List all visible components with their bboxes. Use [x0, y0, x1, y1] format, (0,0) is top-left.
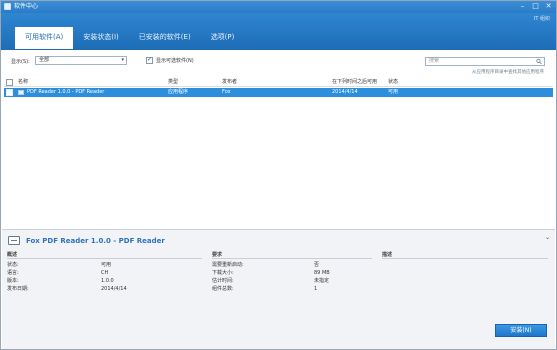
- row-publisher: Fox: [222, 89, 231, 95]
- table-header: 名称 类型 发布者 在下列时间之后可用 状态: [4, 78, 553, 87]
- row-status: 可用: [388, 89, 399, 95]
- software-table: 名称 类型 发布者 在下列时间之后可用 状态 PDF Reader 1.0.0 …: [4, 78, 553, 97]
- overview-value: CH: [101, 270, 109, 276]
- row-type: 应用程序: [168, 89, 189, 95]
- overview-value: 2014/4/14: [101, 286, 127, 292]
- search-placeholder: 搜索: [429, 58, 440, 64]
- details-pane: Fox PDF Reader 1.0.0 - PDF Reader ⌄ 概述 要…: [2, 229, 555, 349]
- organization-name: IT 组织: [533, 16, 550, 22]
- overview-label: 状态:: [7, 262, 19, 268]
- requirement-label: 需要重新启动:: [212, 262, 244, 268]
- details-title: Fox PDF Reader 1.0.0 - PDF Reader: [26, 237, 165, 245]
- requirement-label: 估计时间:: [212, 278, 234, 284]
- row-available-after: 2014/4/14: [332, 89, 358, 95]
- application-catalog-link[interactable]: 从应用程序目录中查找其他应用程序: [472, 69, 544, 75]
- column-header-type[interactable]: 类型: [168, 78, 178, 87]
- overview-label: 版本:: [7, 278, 19, 284]
- install-button[interactable]: 安装(N): [495, 324, 547, 337]
- header-band: IT 组织 可用软件(A) 安装状态(I) 已安装的软件(E) 选项(P): [1, 13, 556, 50]
- close-icon[interactable]: ✕: [545, 2, 552, 11]
- maximize-icon[interactable]: □: [532, 2, 539, 11]
- window-controls: – □ ✕: [519, 2, 552, 11]
- requirement-value: 未指定: [314, 278, 330, 284]
- overview-heading: 概述: [7, 252, 18, 258]
- show-label: 显示(S):: [11, 59, 30, 65]
- tab-bar: 可用软件(A) 安装状态(I) 已安装的软件(E) 选项(P): [15, 27, 244, 49]
- software-center-window: 软件中心 – □ ✕ IT 组织 可用软件(A) 安装状态(I) 已安装的软件(…: [0, 0, 557, 350]
- chevron-down-icon: ▾: [121, 57, 124, 63]
- requirement-value: 否: [314, 262, 320, 268]
- collapse-icon[interactable]: ⌄: [545, 234, 550, 241]
- column-header-publisher[interactable]: 发布者: [222, 78, 237, 87]
- application-icon: [8, 236, 20, 245]
- table-row[interactable]: PDF Reader 1.0.0 - PDF Reader 应用程序 Fox 2…: [4, 88, 553, 97]
- app-icon: [4, 3, 11, 10]
- overview-label: 发布日期:: [7, 286, 29, 292]
- requirement-value: 1: [314, 286, 318, 292]
- tab-available-software[interactable]: 可用软件(A): [15, 27, 74, 49]
- column-header-name[interactable]: 名称: [18, 78, 28, 87]
- tab-options[interactable]: 选项(P): [201, 27, 245, 49]
- search-icon[interactable]: [536, 58, 542, 65]
- search-input[interactable]: 搜索: [425, 57, 545, 66]
- column-header-available-after[interactable]: 在下列时间之后可用: [332, 78, 377, 87]
- requirement-value: 89 MB: [314, 270, 330, 276]
- show-filter-value: 全部: [39, 57, 50, 63]
- overview-value: 可用: [101, 262, 112, 268]
- show-filter-select[interactable]: 全部 ▾: [35, 56, 127, 65]
- requirement-label: 下载大小:: [212, 270, 234, 276]
- row-name: PDF Reader 1.0.0 - PDF Reader: [27, 89, 105, 95]
- requirements-divider: [212, 258, 372, 259]
- tab-installed-software[interactable]: 已安装的软件(E): [129, 27, 201, 49]
- description-divider: [382, 258, 548, 259]
- window-title: 软件中心: [14, 3, 39, 10]
- optional-software-checkbox[interactable]: [146, 56, 153, 64]
- description-heading: 描述: [382, 252, 393, 258]
- overview-label: 语言:: [7, 270, 19, 276]
- row-checkbox[interactable]: [6, 89, 13, 96]
- overview-value: 1.0.0: [101, 278, 114, 284]
- minimize-icon[interactable]: –: [519, 2, 526, 11]
- title-bar: 软件中心 – □ ✕: [1, 1, 556, 13]
- requirement-label: 组件总数:: [212, 286, 234, 292]
- requirements-heading: 要求: [212, 252, 223, 258]
- overview-divider: [7, 258, 202, 259]
- application-icon: [18, 90, 24, 95]
- optional-software-label: 显示可选软件(N): [156, 58, 194, 64]
- tab-installation-status[interactable]: 安装状态(I): [73, 27, 129, 49]
- optional-software-toggle[interactable]: 显示可选软件(N): [146, 56, 194, 64]
- column-header-status[interactable]: 状态: [388, 78, 398, 87]
- select-all-checkbox[interactable]: [6, 79, 13, 86]
